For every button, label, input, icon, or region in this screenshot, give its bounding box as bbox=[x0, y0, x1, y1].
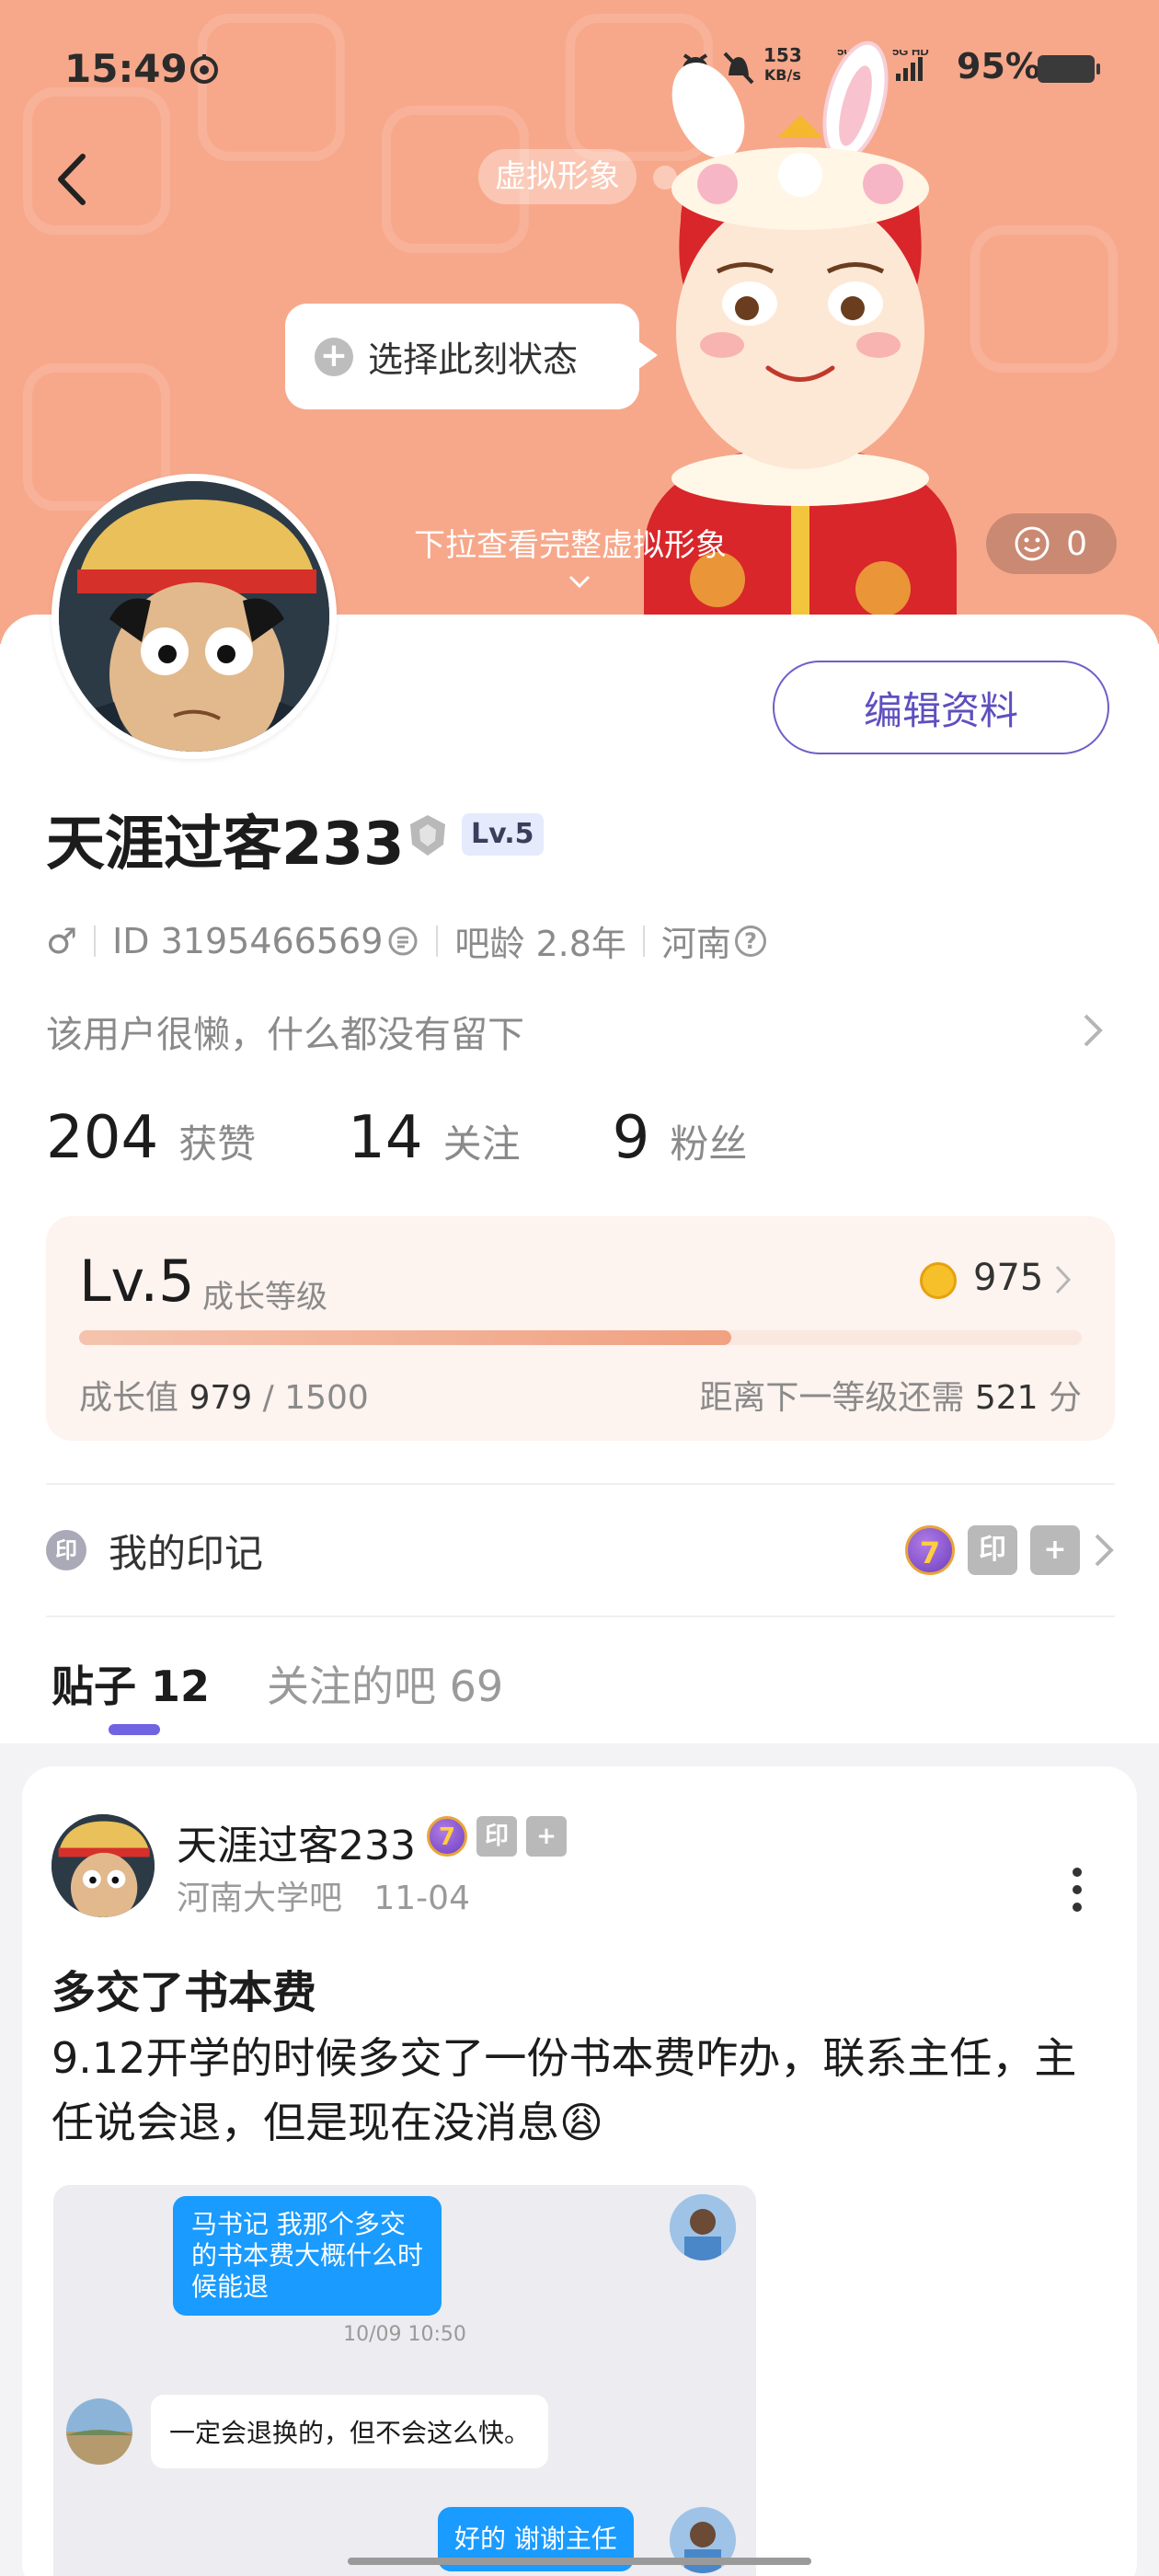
profile-tabs: 贴子 12 关注的吧 69 bbox=[52, 1647, 503, 1720]
home-indicator[interactable] bbox=[348, 2558, 811, 2565]
post-title[interactable]: 多交了书本费 bbox=[52, 1956, 316, 2020]
chat-message-1: 马书记 我那个多交的书本费大概什么时候能退 bbox=[173, 2196, 442, 2316]
copy-icon[interactable] bbox=[386, 925, 419, 958]
profile-username: 天涯过客233 bbox=[46, 811, 405, 879]
gender-icon: ♂ bbox=[46, 920, 78, 961]
fans-label[interactable]: 粉丝 bbox=[670, 1113, 747, 1169]
growth-value: 成长值 979 / 1500 bbox=[79, 1379, 369, 1417]
posts-feed: 天涯过客233 7 印 + 河南大学吧 11-04 多交了书本费 9.12开学的… bbox=[0, 1743, 1159, 2576]
level-tag[interactable]: Lv.5 bbox=[462, 813, 544, 856]
shield-badge-icon[interactable] bbox=[407, 811, 449, 859]
avatar-like-button[interactable]: 0 bbox=[986, 513, 1117, 574]
growth-progress-track bbox=[79, 1330, 1082, 1345]
edit-profile-button[interactable]: 编辑资料 bbox=[773, 661, 1109, 754]
fans-count[interactable]: 9 bbox=[613, 1104, 650, 1172]
divider bbox=[46, 1483, 1115, 1485]
chat-avatar-other bbox=[66, 2398, 132, 2465]
avatar-image bbox=[52, 1814, 155, 1917]
status-bubble-label: 选择此刻状态 bbox=[368, 339, 579, 380]
active-tab-indicator bbox=[109, 1724, 160, 1735]
growth-level-label: 成长等级 bbox=[202, 1279, 327, 1316]
tab-followed-bars[interactable]: 关注的吧 69 bbox=[267, 1653, 503, 1714]
chat-message-2: 一定会退换的，但不会这么快。 bbox=[151, 2395, 549, 2468]
location: 河南 bbox=[660, 924, 731, 964]
chat-timestamp: 10/09 10:50 bbox=[343, 2323, 466, 2346]
user-id: ID 3195466569 bbox=[112, 920, 384, 961]
following-count[interactable]: 14 bbox=[348, 1104, 422, 1172]
mark-icon: 印 bbox=[46, 1530, 86, 1570]
chevron-right-icon bbox=[1055, 1265, 1072, 1294]
back-arrow-icon[interactable] bbox=[48, 147, 103, 212]
add-badge-icon[interactable]: + bbox=[1030, 1525, 1080, 1575]
chevron-down-icon bbox=[568, 575, 591, 589]
growth-needed: 距离下一等级还需 521 分 bbox=[699, 1379, 1082, 1417]
avatar-like-count: 0 bbox=[1066, 524, 1087, 563]
pull-down-hint: 下拉查看完整虚拟形象 bbox=[414, 527, 727, 564]
post-body[interactable]: 9.12开学的时候多交了一份书本费咋办，联系主任，主任说会退，但是现在没消息😩 bbox=[52, 2026, 1119, 2155]
growth-level: Lv.5 bbox=[79, 1248, 195, 1315]
profile-bio[interactable]: 该用户很懒，什么都没有留下 bbox=[46, 1005, 524, 1058]
badge-yin-icon[interactable]: 印 bbox=[968, 1525, 1017, 1575]
avatar-image bbox=[670, 2194, 736, 2260]
plus-icon: + bbox=[315, 337, 353, 376]
help-icon[interactable]: ? bbox=[734, 925, 766, 957]
divider bbox=[46, 1616, 1115, 1617]
bar-age: 吧龄 2.8年 bbox=[454, 924, 626, 964]
smile-icon bbox=[1015, 526, 1050, 561]
profile-info-row: ♂ ID 3195466569 吧龄 2.8年 河南 ? bbox=[46, 915, 766, 966]
growth-progress-fill bbox=[79, 1330, 731, 1345]
post-bar-name[interactable]: 河南大学吧 bbox=[177, 1880, 342, 1917]
post-card[interactable]: 天涯过客233 7 印 + 河南大学吧 11-04 多交了书本费 9.12开学的… bbox=[22, 1766, 1137, 2576]
coin-icon bbox=[920, 1262, 957, 1299]
divider bbox=[94, 925, 97, 957]
likes-count[interactable]: 204 bbox=[46, 1104, 158, 1172]
tab-posts[interactable]: 贴子 12 bbox=[52, 1653, 210, 1714]
post-author-avatar[interactable] bbox=[52, 1814, 155, 1917]
post-image[interactable]: 马书记 我那个多交的书本费大概什么时候能退 10/09 10:50 一定会退换的… bbox=[53, 2185, 756, 2576]
likes-label[interactable]: 获赞 bbox=[178, 1113, 256, 1169]
post-meta: 河南大学吧 11-04 bbox=[177, 1871, 470, 1919]
post-date: 11-04 bbox=[373, 1880, 470, 1917]
mark-badges: 7 印 + bbox=[905, 1525, 1115, 1575]
profile-stats: 204 获赞 14 关注 9 粉丝 bbox=[46, 1104, 747, 1178]
profile-avatar[interactable] bbox=[52, 474, 337, 759]
status-time: 15:49 bbox=[64, 46, 188, 91]
chevron-right-icon[interactable] bbox=[1082, 1012, 1104, 1049]
coin-count: 975 bbox=[973, 1257, 1044, 1299]
badge-yin-icon: 印 bbox=[476, 1816, 517, 1857]
post-author-name[interactable]: 天涯过客233 bbox=[177, 1812, 416, 1871]
battery-icon bbox=[1038, 55, 1100, 83]
post-author-badges: 7 印 + bbox=[427, 1816, 567, 1857]
following-label[interactable]: 关注 bbox=[443, 1113, 521, 1169]
avatar-image bbox=[66, 2398, 132, 2465]
sync-icon bbox=[190, 54, 218, 84]
my-marks-row[interactable]: 印 我的印记 7 印 + bbox=[46, 1518, 1115, 1582]
badge-seven-icon[interactable]: 7 bbox=[905, 1525, 955, 1575]
more-options-icon[interactable] bbox=[1073, 1868, 1082, 1920]
chevron-right-icon bbox=[1095, 1534, 1114, 1567]
growth-level-card[interactable]: Lv.5 成长等级 975 成长值 979 / 1500 距离下一等级还需 52… bbox=[46, 1216, 1115, 1441]
avatar-image bbox=[59, 481, 329, 752]
badge-seven-icon: 7 bbox=[427, 1816, 467, 1857]
add-badge-icon: + bbox=[526, 1816, 567, 1857]
divider bbox=[642, 925, 645, 957]
divider bbox=[436, 925, 439, 957]
chat-avatar-self bbox=[670, 2194, 736, 2260]
my-marks-label: 我的印记 bbox=[109, 1530, 264, 1576]
